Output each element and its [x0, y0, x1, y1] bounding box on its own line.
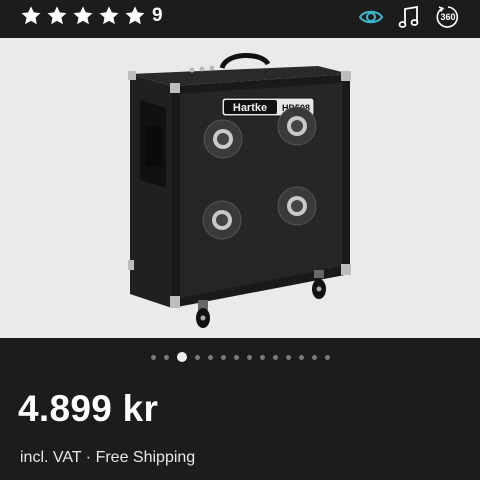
- star-icon: [125, 6, 145, 25]
- pagination-dot-active[interactable]: [176, 352, 187, 362]
- gallery-pagination[interactable]: [0, 338, 480, 376]
- media-toolbar: 360: [346, 4, 460, 30]
- pagination-dot[interactable]: [220, 354, 226, 360]
- pagination-dot[interactable]: [150, 354, 156, 360]
- pagination-dot[interactable]: [298, 354, 304, 360]
- product-image-gallery[interactable]: Hartke HD508: [0, 38, 480, 338]
- star-rating[interactable]: 9: [20, 5, 163, 27]
- review-count[interactable]: 9: [152, 5, 163, 27]
- star-icon: [47, 6, 67, 25]
- pagination-dot[interactable]: [311, 354, 317, 360]
- pagination-dot[interactable]: [233, 354, 239, 360]
- pagination-dot[interactable]: [194, 354, 200, 360]
- pagination-dot[interactable]: [207, 354, 213, 360]
- pagination-dot[interactable]: [246, 354, 252, 360]
- music-note-icon[interactable]: [396, 4, 422, 30]
- price-note: incl. VAT · Free Shipping: [20, 449, 196, 466]
- pagination-dot[interactable]: [272, 354, 278, 360]
- star-icon: [99, 6, 119, 25]
- top-bar: 9 360: [0, 0, 480, 38]
- brand-logo-text: Hartke: [233, 102, 267, 114]
- star-icon: [21, 6, 41, 25]
- pagination-dot[interactable]: [163, 354, 169, 360]
- product-price: 4.899 kr: [18, 388, 159, 429]
- eye-icon[interactable]: [358, 4, 384, 30]
- star-icon: [73, 6, 93, 25]
- pagination-dot[interactable]: [324, 354, 330, 360]
- pagination-dot[interactable]: [285, 354, 291, 360]
- view-360-button[interactable]: 360: [436, 5, 460, 29]
- product-image: Hartke HD508: [128, 52, 351, 328]
- pagination-dot[interactable]: [259, 354, 265, 360]
- view-360-label: 360: [440, 12, 456, 22]
